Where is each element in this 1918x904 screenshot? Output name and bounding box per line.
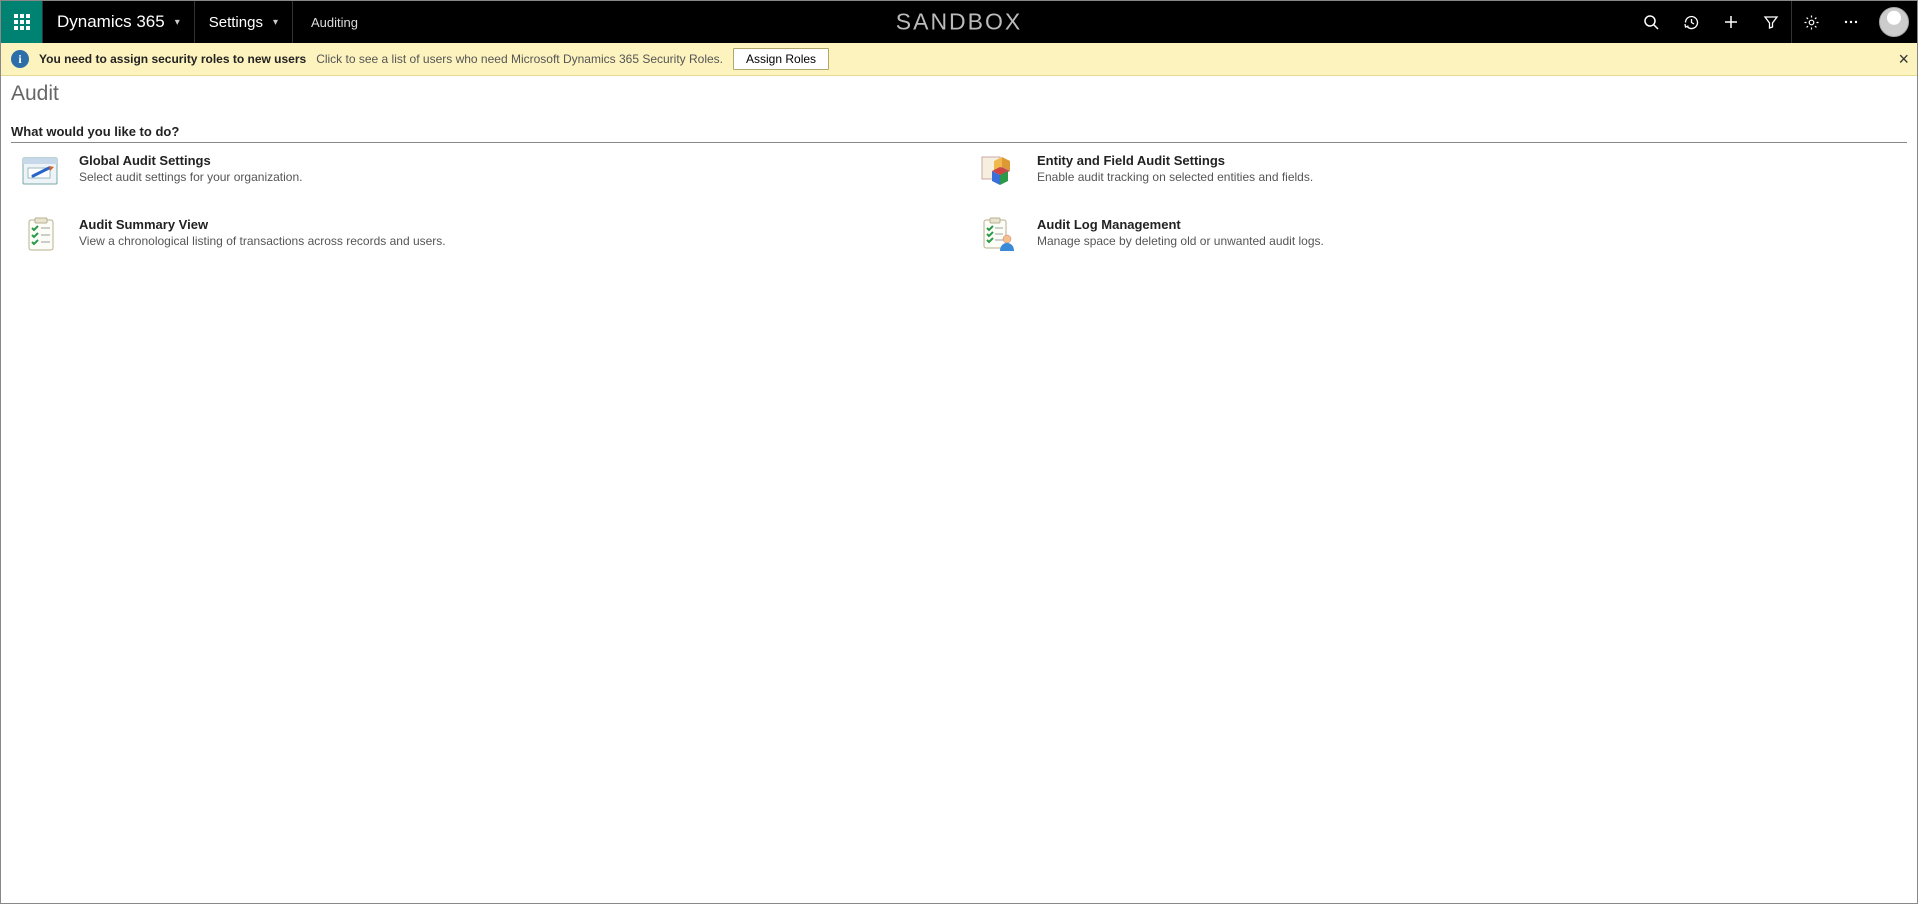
chevron-down-icon: ▾ (175, 17, 180, 28)
settings-menu[interactable]: Settings ▾ (195, 1, 293, 43)
security-roles-notice: i You need to assign security roles to n… (1, 43, 1917, 76)
option-desc: Enable audit tracking on selected entiti… (1037, 170, 1313, 184)
search-button[interactable] (1631, 1, 1671, 43)
close-notice-button[interactable]: × (1898, 50, 1909, 68)
new-button[interactable] (1711, 1, 1751, 43)
notice-title: You need to assign security roles to new… (39, 52, 306, 66)
option-desc: View a chronological listing of transact… (79, 234, 446, 248)
settings-window-icon (21, 153, 61, 189)
option-title: Audit Summary View (79, 217, 446, 232)
checklist-icon (21, 217, 61, 253)
clock-history-icon (1683, 14, 1700, 31)
option-desc: Select audit settings for your organizat… (79, 170, 302, 184)
option-entity-field-audit[interactable]: Entity and Field Audit Settings Enable a… (969, 153, 1907, 189)
section-heading: What would you like to do? (11, 124, 1907, 143)
app-launcher-button[interactable] (1, 1, 43, 43)
notice-subtitle[interactable]: Click to see a list of users who need Mi… (316, 52, 723, 66)
top-nav-bar: Dynamics 365 ▾ Settings ▾ Auditing SANDB… (1, 1, 1917, 43)
page-title: Audit (11, 82, 1907, 106)
option-title: Global Audit Settings (79, 153, 302, 168)
ellipsis-icon (1843, 14, 1859, 30)
waffle-icon (14, 14, 30, 30)
assign-roles-button[interactable]: Assign Roles (733, 48, 829, 70)
plus-icon (1723, 14, 1739, 30)
settings-label: Settings (209, 14, 263, 31)
options-grid: Global Audit Settings Select audit setti… (11, 151, 1907, 253)
filter-button[interactable] (1751, 1, 1791, 43)
option-desc: Manage space by deleting old or unwanted… (1037, 234, 1324, 248)
option-global-audit-settings[interactable]: Global Audit Settings Select audit setti… (11, 153, 949, 189)
option-title: Audit Log Management (1037, 217, 1324, 232)
gear-icon (1803, 14, 1820, 31)
avatar[interactable] (1879, 7, 1909, 37)
breadcrumb[interactable]: Auditing (293, 1, 376, 43)
chevron-down-icon: ▾ (273, 17, 278, 28)
breadcrumb-label: Auditing (311, 15, 358, 30)
brand-label: Dynamics 365 (57, 12, 165, 32)
page-content: Audit What would you like to do? Global … (1, 76, 1917, 257)
gear-button[interactable] (1791, 1, 1831, 43)
funnel-icon (1763, 14, 1779, 30)
recent-button[interactable] (1671, 1, 1711, 43)
option-title: Entity and Field Audit Settings (1037, 153, 1313, 168)
brand-menu[interactable]: Dynamics 365 ▾ (43, 1, 195, 43)
more-button[interactable] (1831, 1, 1871, 43)
cubes-icon (979, 153, 1019, 189)
search-icon (1643, 14, 1659, 30)
environment-label: SANDBOX (896, 9, 1022, 36)
checklist-user-icon (979, 217, 1019, 253)
topbar-actions (1631, 1, 1917, 43)
option-audit-log-management[interactable]: Audit Log Management Manage space by del… (969, 217, 1907, 253)
info-icon: i (11, 50, 29, 68)
option-audit-summary-view[interactable]: Audit Summary View View a chronological … (11, 217, 949, 253)
